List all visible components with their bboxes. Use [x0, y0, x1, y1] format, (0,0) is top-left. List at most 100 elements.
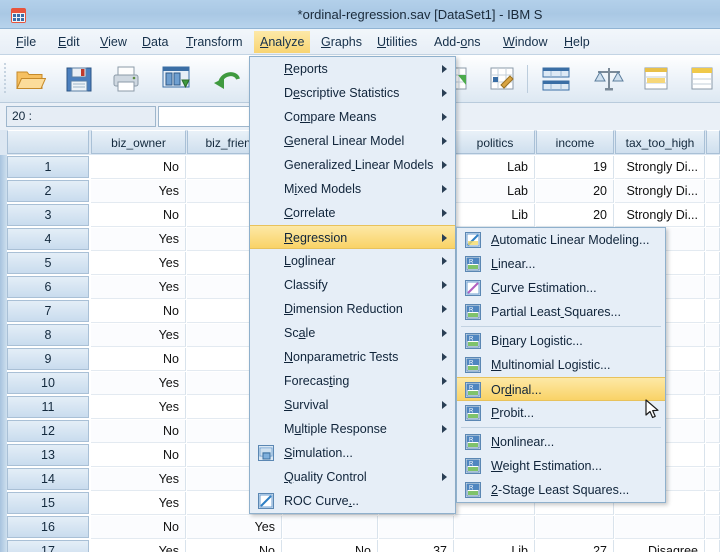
analyze-menu-item-simulation[interactable]: Simulation...	[250, 441, 455, 465]
grid-cell[interactable]: 19	[536, 156, 614, 179]
grid-cell-spare[interactable]	[706, 348, 720, 371]
regression-menu-item-weight-estimation[interactable]: R Weight Estimation...	[457, 454, 665, 478]
column-header-biz_owner[interactable]: biz_owner	[91, 130, 186, 154]
analyze-menu-item-regression[interactable]: Regression	[250, 225, 455, 249]
toolbar-grip[interactable]	[3, 61, 8, 97]
regression-menu-item-automatic-linear-modeling[interactable]: Automatic Linear Modeling...	[457, 228, 665, 252]
row-header[interactable]: 13	[7, 444, 89, 466]
analyze-menu-item-quality-control[interactable]: Quality Control	[250, 465, 455, 489]
grid-cell-spare[interactable]	[706, 228, 720, 251]
menubar-item-analyze[interactable]: Analyze	[254, 31, 311, 53]
row-header[interactable]: 15	[7, 492, 89, 514]
row-header[interactable]: 16	[7, 516, 89, 538]
grid-cell-spare[interactable]	[706, 492, 720, 515]
analyze-menu-item-loglinear[interactable]: Loglinear	[250, 249, 455, 273]
analyze-menu-item-multiple-response[interactable]: Multiple Response	[250, 417, 455, 441]
grid-cell[interactable]: No	[91, 156, 186, 179]
undo-icon[interactable]	[210, 63, 242, 95]
row-header[interactable]: 12	[7, 420, 89, 442]
menubar-item-help[interactable]: Help	[558, 31, 596, 53]
grid-cell-spare[interactable]	[706, 540, 720, 552]
grid-cell-spare[interactable]	[706, 516, 720, 539]
grid-cell[interactable]: No	[91, 444, 186, 467]
grid-cell[interactable]: Yes	[91, 252, 186, 275]
analyze-menu-item-survival[interactable]: Survival	[250, 393, 455, 417]
analyze-menu-item-reports[interactable]: Reports	[250, 57, 455, 81]
grid-cell[interactable]: No	[187, 540, 282, 552]
grid-cell-spare[interactable]	[706, 252, 720, 275]
grid-cell[interactable]	[536, 516, 614, 539]
grid-cell[interactable]: Yes	[91, 228, 186, 251]
grid-cell[interactable]: No	[91, 204, 186, 227]
analyze-menu-item-nonparametric-tests[interactable]: Nonparametric Tests	[250, 345, 455, 369]
row-header[interactable]: 5	[7, 252, 89, 274]
grid-cell-spare[interactable]	[706, 396, 720, 419]
row-header[interactable]: 9	[7, 348, 89, 370]
grid-cell[interactable]: No	[91, 420, 186, 443]
analyze-menu-item-forecasting[interactable]: Forecasting	[250, 369, 455, 393]
grid-cell[interactable]: Disagree	[615, 540, 705, 552]
regression-menu-item-partial-least-squares[interactable]: R Partial Least Squares...	[457, 300, 665, 324]
grid-cell[interactable]: Strongly Di...	[615, 156, 705, 179]
grid-cell-spare[interactable]	[706, 276, 720, 299]
grid-cell[interactable]: Yes	[91, 180, 186, 203]
analyze-menu-item-compare-means[interactable]: Compare Means	[250, 105, 455, 129]
grid-cell[interactable]	[283, 516, 378, 539]
row-header[interactable]: 14	[7, 468, 89, 490]
row-header[interactable]: 17	[7, 540, 89, 552]
analyze-menu-item-classify[interactable]: Classify	[250, 273, 455, 297]
grid-cell[interactable]: Yes	[91, 396, 186, 419]
menubar-item-data[interactable]: Data	[136, 31, 174, 53]
grid-cell-spare[interactable]	[706, 468, 720, 491]
grid-cell-spare[interactable]	[706, 420, 720, 443]
grid-cell-spare[interactable]	[706, 372, 720, 395]
regression-menu-item-probit[interactable]: R Probit...	[457, 401, 665, 425]
grid-cell[interactable]: 20	[536, 180, 614, 203]
analyze-menu-item-mixed-models[interactable]: Mixed Models	[250, 177, 455, 201]
grid-cell-spare[interactable]	[706, 444, 720, 467]
analyze-menu-item-roc-curve[interactable]: ROC Curve...	[250, 489, 455, 513]
save-file-icon[interactable]	[63, 63, 95, 95]
grid-cell[interactable]: Yes	[91, 540, 186, 552]
menubar-item-view[interactable]: View	[94, 31, 133, 53]
row-header[interactable]: 11	[7, 396, 89, 418]
row-header[interactable]: 10	[7, 372, 89, 394]
menubar-item-edit[interactable]: Edit	[52, 31, 86, 53]
value-labels-icon[interactable]	[686, 63, 718, 95]
analyze-menu-item-dimension-reduction[interactable]: Dimension Reduction	[250, 297, 455, 321]
row-header[interactable]: 2	[7, 180, 89, 202]
print-icon[interactable]	[110, 63, 142, 95]
row-header[interactable]: 1	[7, 156, 89, 178]
grid-cell-spare[interactable]	[706, 156, 720, 179]
analyze-menu-item-descriptive-statistics[interactable]: Descriptive Statistics	[250, 81, 455, 105]
regression-menu-item-binary-logistic[interactable]: R Binary Logistic...	[457, 329, 665, 353]
regression-menu-item-linear[interactable]: R Linear...	[457, 252, 665, 276]
row-header[interactable]: 6	[7, 276, 89, 298]
menubar-item-window[interactable]: Window	[497, 31, 553, 53]
row-header[interactable]: 3	[7, 204, 89, 226]
grid-cell[interactable]	[615, 516, 705, 539]
regression-menu-item-nonlinear[interactable]: R Nonlinear...	[457, 430, 665, 454]
column-header-income[interactable]: income	[536, 130, 614, 154]
grid-cell[interactable]: 20	[536, 204, 614, 227]
row-header[interactable]: 7	[7, 300, 89, 322]
analyze-menu-item-scale[interactable]: Scale	[250, 321, 455, 345]
grid-cell-spare[interactable]	[706, 324, 720, 347]
analyze-menu-item-generalized-linear-models[interactable]: Generalized Linear Models	[250, 153, 455, 177]
grid-cell[interactable]: Yes	[91, 324, 186, 347]
regression-menu-item-2-stage-least-squares[interactable]: R 2-Stage Least Squares...	[457, 478, 665, 502]
grid-cell[interactable]: Strongly Di...	[615, 180, 705, 203]
menubar-item-add-ons[interactable]: Add-ons	[428, 31, 487, 53]
grid-cell[interactable]: No	[283, 540, 378, 552]
analyze-menu-item-general-linear-model[interactable]: General Linear Model	[250, 129, 455, 153]
grid-cell[interactable]: Yes	[91, 468, 186, 491]
grid-cell[interactable]: Strongly Di...	[615, 204, 705, 227]
menubar-item-file[interactable]: File	[10, 31, 42, 53]
regression-menu-item-multinomial-logistic[interactable]: R Multinomial Logistic...	[457, 353, 665, 377]
row-header[interactable]: 8	[7, 324, 89, 346]
grid-cell[interactable]: No	[91, 300, 186, 323]
grid-cell[interactable]: Lab	[455, 180, 535, 203]
regression-menu-item-curve-estimation[interactable]: Curve Estimation...	[457, 276, 665, 300]
grid-cell[interactable]: Lib	[455, 540, 535, 552]
regression-menu-item-ordinal[interactable]: R Ordinal...	[457, 377, 665, 401]
